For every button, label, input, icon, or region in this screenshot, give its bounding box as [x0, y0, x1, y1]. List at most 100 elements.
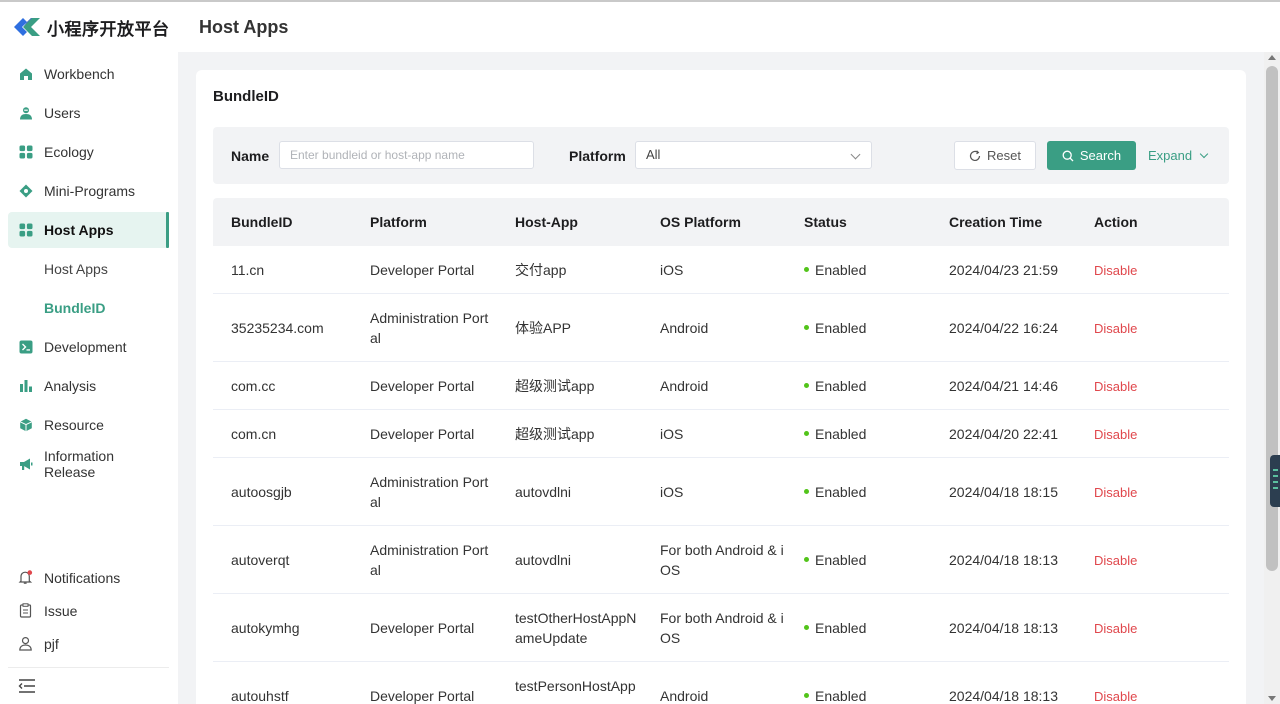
- platform-select[interactable]: All: [635, 141, 872, 169]
- bell-icon: [18, 569, 34, 586]
- collapse-menu-icon[interactable]: [18, 678, 36, 694]
- cell-os: For both Android & iOS: [660, 542, 784, 578]
- action-cell: Disable: [1094, 424, 1194, 445]
- column-header-host-app[interactable]: Host-App: [515, 214, 578, 230]
- action-cell: Disable: [1094, 686, 1194, 704]
- scroll-up-arrow-icon[interactable]: [1268, 55, 1276, 60]
- cell-bundle: autoverqt: [231, 552, 290, 568]
- side-widget-handle[interactable]: [1270, 455, 1280, 507]
- sidebar-item-development[interactable]: Development: [8, 329, 169, 365]
- sidebar-item-notifications[interactable]: Notifications: [8, 561, 169, 594]
- status-badge: Enabled: [804, 550, 934, 570]
- grid-icon: [18, 222, 34, 238]
- bundleid-table: BundleID Platform Host-App OS Platform S…: [213, 198, 1229, 704]
- sidebar-item-label: Development: [44, 339, 127, 355]
- reset-button[interactable]: Reset: [954, 141, 1036, 170]
- disable-link[interactable]: Disable: [1094, 321, 1137, 336]
- cell-bundle: com.cn: [231, 426, 277, 442]
- status-text: Enabled: [815, 426, 867, 442]
- sidebar-item-label: Ecology: [44, 144, 94, 160]
- cell-host: testPersonHostApp: [515, 678, 636, 694]
- scroll-down-arrow-icon[interactable]: [1268, 696, 1276, 701]
- cell-platform: Developer Portal: [370, 688, 475, 704]
- cell-platform: Developer Portal: [370, 262, 475, 278]
- cell-os: iOS: [660, 262, 684, 278]
- card-title: BundleID: [213, 88, 279, 105]
- disable-link[interactable]: Disable: [1094, 379, 1137, 394]
- sidebar-item-users[interactable]: Users: [8, 95, 169, 131]
- sidebar-item-label: Host Apps: [44, 222, 114, 238]
- status-text: Enabled: [815, 620, 867, 636]
- username-label: pjf: [44, 635, 59, 652]
- cell-bundle: 11.cn: [231, 262, 265, 278]
- disable-link[interactable]: Disable: [1094, 621, 1137, 636]
- search-button[interactable]: Search: [1047, 141, 1136, 170]
- table-row: com.cc Developer Portal 超级测试app Android Enab…: [213, 362, 1229, 410]
- chevron-down-icon: [850, 149, 861, 160]
- sidebar-subitem-host-apps[interactable]: Host Apps: [8, 251, 169, 287]
- column-header-creation-time[interactable]: Creation Time: [949, 214, 1042, 230]
- sidebar-item-analysis[interactable]: Analysis: [8, 368, 169, 404]
- cell-platform: Administration Portal: [370, 474, 489, 510]
- column-header-action[interactable]: Action: [1094, 214, 1138, 230]
- cell-bundle: autouhstf: [231, 688, 289, 704]
- cell-os: iOS: [660, 484, 684, 500]
- platform-select-value: All: [646, 147, 661, 162]
- table-row: autoverqt Administration Portal autovdlni F…: [213, 526, 1229, 594]
- sidebar-item-mini-programs[interactable]: Mini-Programs: [8, 173, 169, 209]
- sidebar-item-label: Users: [44, 105, 81, 121]
- sidebar-item-information-release[interactable]: Information Release: [8, 446, 169, 482]
- column-header-bundleid[interactable]: BundleID: [231, 214, 292, 230]
- sidebar-subitem-bundleid[interactable]: BundleID: [8, 290, 169, 326]
- status-badge: Enabled: [804, 260, 934, 280]
- sidebar-item-resource[interactable]: Resource: [8, 407, 169, 443]
- sidebar-item-host-apps[interactable]: Host Apps: [8, 212, 169, 248]
- disable-link[interactable]: Disable: [1094, 263, 1137, 278]
- status-badge: Enabled: [804, 318, 934, 338]
- status-dot-icon: [804, 556, 809, 562]
- status-text: Enabled: [815, 688, 867, 704]
- bar-chart-icon: [18, 378, 34, 394]
- cell-host: testOtherHostAppNameUpdate: [515, 610, 637, 646]
- sidebar-item-user-account[interactable]: pjf: [8, 627, 169, 660]
- sidebar-item-ecology[interactable]: Ecology: [8, 134, 169, 170]
- cell-platform: Developer Portal: [370, 426, 475, 442]
- table-row: autouhstf Developer Portal testPersonHostA…: [213, 662, 1229, 704]
- status-badge: Enabled: [804, 482, 934, 502]
- sidebar-item-workbench[interactable]: Workbench: [8, 56, 169, 92]
- status-badge: Enabled: [804, 376, 934, 396]
- disable-link[interactable]: Disable: [1094, 485, 1137, 500]
- expand-button[interactable]: Expand: [1148, 148, 1209, 163]
- cell-os: Android: [660, 378, 709, 394]
- status-badge: Enabled: [804, 686, 934, 704]
- column-header-status[interactable]: Status: [804, 214, 847, 230]
- user-icon: [18, 105, 34, 121]
- cell-time: 2024/04/22 16:24: [949, 320, 1058, 336]
- cell-bundle: 35235234.com: [231, 320, 324, 336]
- table-row: autokymhg Developer Portal testOtherHostAp…: [213, 594, 1229, 662]
- status-text: Enabled: [815, 262, 867, 278]
- disable-link[interactable]: Disable: [1094, 553, 1137, 568]
- page-title: Host Apps: [199, 16, 289, 37]
- platform-filter-label: Platform: [569, 148, 626, 164]
- cell-host: autovdlni: [515, 484, 572, 500]
- status-dot-icon: [804, 692, 809, 698]
- column-header-platform[interactable]: Platform: [370, 214, 427, 230]
- column-header-os-platform[interactable]: OS Platform: [660, 214, 741, 230]
- table-row: 35235234.com Administration Portal 体验APP An…: [213, 294, 1229, 362]
- name-search-input[interactable]: Enter bundleid or host-app name: [279, 141, 534, 169]
- clipboard-icon: [18, 602, 34, 619]
- sidebar-item-label: Analysis: [44, 378, 97, 394]
- cell-time: 2024/04/20 22:41: [949, 426, 1058, 442]
- table-header: BundleID Platform Host-App OS Platform S…: [213, 198, 1229, 246]
- page-scrollbar[interactable]: [1264, 52, 1280, 704]
- brand[interactable]: 小程序开放平台: [0, 2, 178, 52]
- disable-link[interactable]: Disable: [1094, 427, 1137, 442]
- terminal-icon: [18, 339, 34, 355]
- disable-link[interactable]: Disable: [1094, 689, 1137, 704]
- search-icon: [1062, 150, 1074, 162]
- reset-button-label: Reset: [987, 148, 1021, 163]
- status-text: Enabled: [815, 484, 867, 500]
- table-row: autoosgjb Administration Portal autovdlni i…: [213, 458, 1229, 526]
- sidebar-item-issue[interactable]: Issue: [8, 594, 169, 627]
